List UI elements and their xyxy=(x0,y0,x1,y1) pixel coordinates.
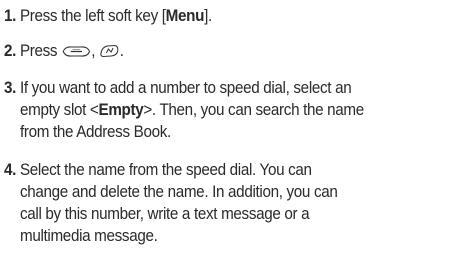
step-2: 2. Press , . xyxy=(4,40,440,64)
separator: , xyxy=(91,42,96,60)
step-3: 3. If you want to add a number to speed … xyxy=(4,77,440,143)
step-number: 3. xyxy=(4,79,17,97)
step-number: 1. xyxy=(4,7,17,25)
step-text-line3: from the Address Book. xyxy=(19,123,171,141)
step-text: Press xyxy=(19,42,58,60)
step-text-line3: call by this number, write a text messag… xyxy=(19,205,310,223)
step-text-line2: empty slot < xyxy=(19,101,99,119)
step-end: . xyxy=(119,42,124,60)
step-text-end: ]. xyxy=(204,7,212,25)
step-1: 1. Press the left soft key [Menu]. xyxy=(4,5,440,27)
step-text-line2: change and delete the name. In addition,… xyxy=(19,183,338,201)
step-text-line1: If you want to add a number to speed dia… xyxy=(19,79,352,97)
keypad-key-icon xyxy=(99,42,120,64)
menu-key-label: Menu xyxy=(165,7,205,25)
step-text: Press the left soft key [ xyxy=(19,7,166,25)
instruction-page: 1. Press the left soft key [Menu]. 2. Pr… xyxy=(0,0,472,262)
step-number: 2. xyxy=(4,42,17,60)
step-text-line4: multimedia message. xyxy=(19,227,158,245)
menu-key-icon xyxy=(61,42,91,64)
step-number: 4. xyxy=(4,161,17,179)
empty-slot-label: Empty xyxy=(98,101,144,119)
step-text-line1: Select the name from the speed dial. You… xyxy=(19,161,312,179)
step-4: 4. Select the name from the speed dial. … xyxy=(4,159,440,247)
step-text-line2-end: >. Then, you can search the name xyxy=(143,101,364,119)
